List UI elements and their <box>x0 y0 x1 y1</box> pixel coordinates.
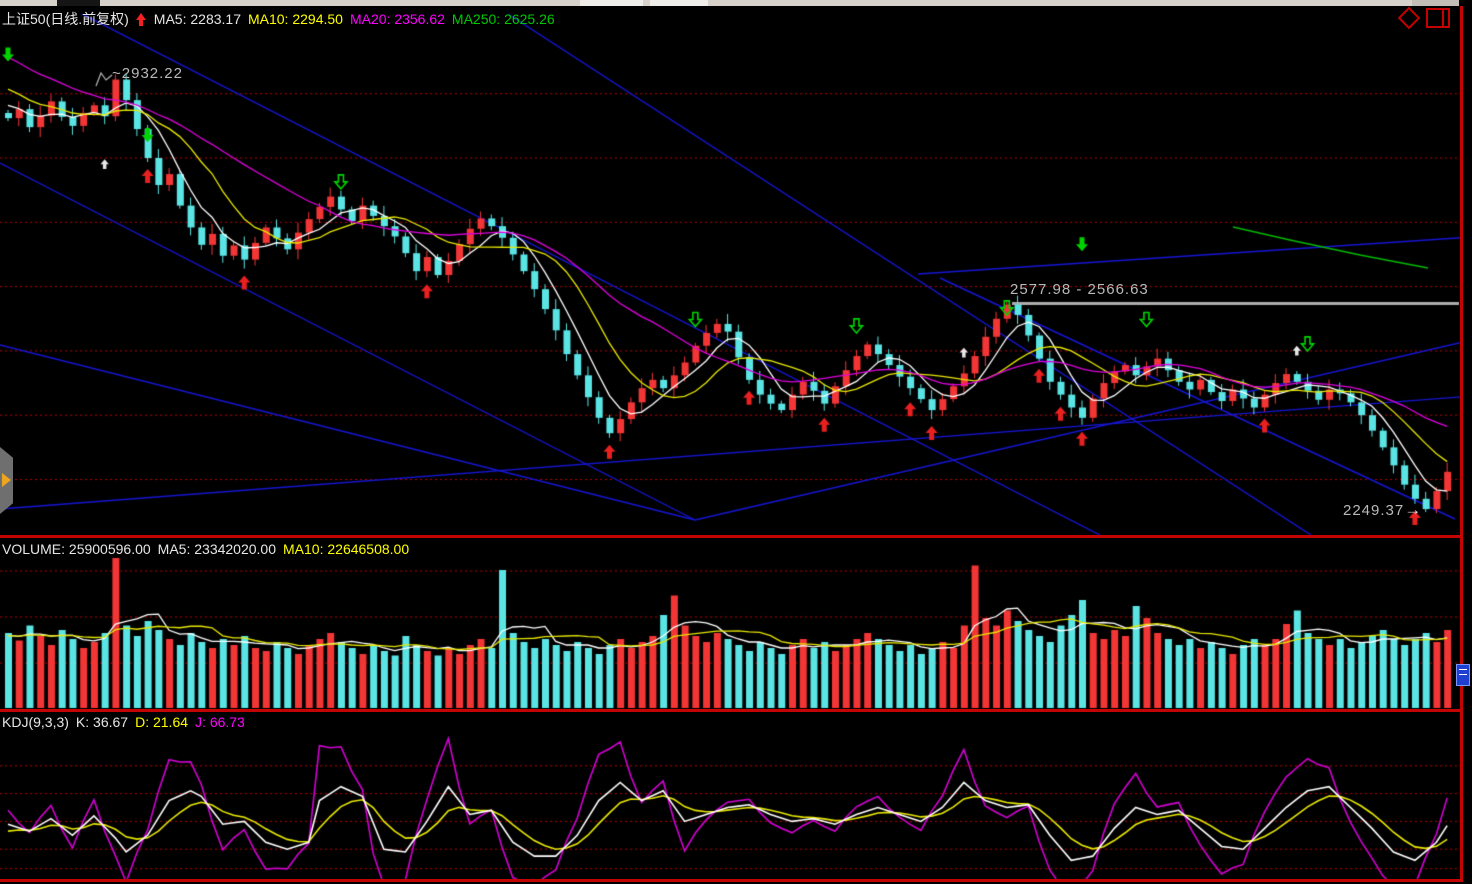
sidebar-expand-handle[interactable] <box>0 447 13 514</box>
strip-segment <box>580 0 643 6</box>
bottom-border <box>0 879 1463 882</box>
kdj-k-legend: K: 36.67 <box>76 714 128 730</box>
kdj-d-legend: D: 21.64 <box>135 714 188 730</box>
volume-ma10-legend: MA10: 22646508.00 <box>283 541 409 557</box>
main-chart-header: 上证50(日线.前复权) MA5: 2283.17 MA10: 2294.50 … <box>2 9 555 29</box>
main-volume-divider <box>0 535 1463 538</box>
kdj-header: KDJ(9,3,3) K: 36.67 D: 21.64 J: 66.73 <box>2 714 245 730</box>
right-border <box>1460 4 1463 882</box>
symbol-label: 上证50(日线.前复权) <box>2 9 129 29</box>
kdj-j-legend: J: 66.73 <box>195 714 245 730</box>
volume-kdj-divider <box>0 709 1463 712</box>
right-edge-marker[interactable] <box>1456 664 1470 686</box>
ma250-legend: MA250: 2625.26 <box>452 11 555 27</box>
chart-app: 上证50(日线.前复权) MA5: 2283.17 MA10: 2294.50 … <box>0 0 1472 884</box>
range-price-annotation: 2577.98 - 2566.63 <box>1010 281 1149 298</box>
low-price-annotation: 2249.37→ <box>1343 500 1422 520</box>
window-pane-divider <box>1442 10 1444 26</box>
strip-segment <box>57 0 100 6</box>
ma20-legend: MA20: 2356.62 <box>350 11 445 27</box>
top-window-strip <box>0 0 1472 6</box>
kdj-indicator-label: KDJ(9,3,3) <box>2 714 69 730</box>
strip-segment <box>650 0 708 6</box>
chart-canvas[interactable] <box>0 0 1472 884</box>
split-window-icon[interactable] <box>1426 8 1450 28</box>
strip-segment <box>1412 0 1459 6</box>
volume-legend: VOLUME: 25900596.00 <box>2 541 151 557</box>
ma5-legend: MA5: 2283.17 <box>154 11 241 27</box>
low-arrow-icon: → <box>1404 500 1422 519</box>
volume-header: VOLUME: 25900596.00 MA5: 23342020.00 MA1… <box>2 541 409 557</box>
strip-segment <box>1459 0 1472 6</box>
volume-ma5-legend: MA5: 23342020.00 <box>158 541 276 557</box>
expand-arrow-icon <box>2 473 11 487</box>
ma10-legend: MA10: 2294.50 <box>248 11 343 27</box>
up-signal-icon <box>136 13 147 26</box>
peak-price-annotation: ~2932.22 <box>112 65 183 82</box>
